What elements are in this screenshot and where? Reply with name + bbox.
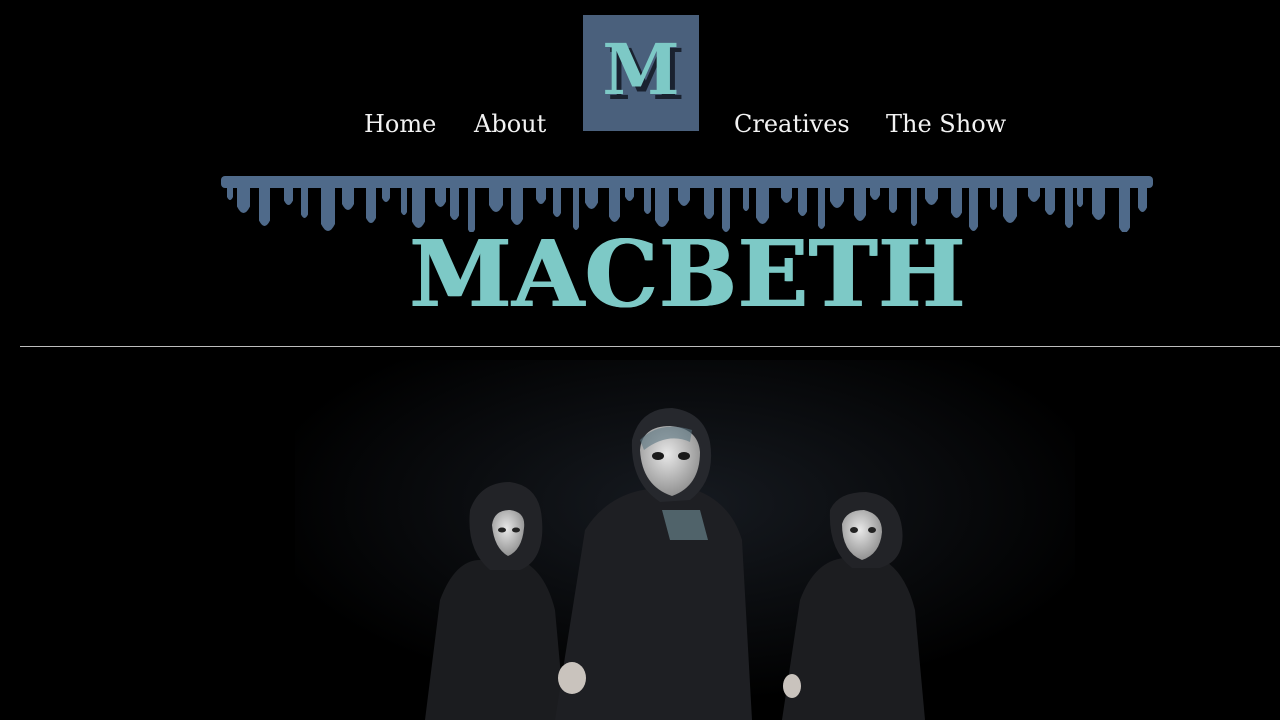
nav-creatives-link[interactable]: Creatives (734, 104, 850, 144)
drip-shape (969, 186, 978, 231)
drip-shape (450, 186, 459, 220)
drip-shape (951, 186, 962, 218)
drip-shape (1077, 186, 1083, 207)
nav-the-show-link[interactable]: The Show (886, 104, 1006, 144)
drip-shape (704, 186, 714, 219)
drip-shape (301, 186, 308, 218)
drip-shape (889, 186, 897, 213)
drip-shape (756, 186, 769, 224)
drip-shape (227, 186, 233, 200)
drip-shape (854, 186, 866, 221)
drip-shape (401, 186, 407, 215)
drip-shape (342, 186, 354, 210)
header-divider (20, 346, 1280, 347)
drip-shape (1003, 186, 1017, 223)
site-logo[interactable]: M (583, 15, 699, 131)
nav-home-link[interactable]: Home (364, 104, 436, 144)
drip-shape (435, 186, 446, 207)
drip-shape (830, 186, 844, 208)
nav-about-link[interactable]: About (474, 104, 546, 144)
drip-shape (536, 186, 546, 204)
drip-shape (1119, 186, 1130, 232)
drip-shape (743, 186, 749, 211)
drip-shape (798, 186, 807, 216)
drip-shape (990, 186, 997, 210)
drip-shape (870, 186, 880, 200)
drip-shape (609, 186, 620, 222)
drip-shape (237, 186, 250, 213)
drip-shape (678, 186, 690, 206)
drip-shape (321, 186, 335, 231)
drip-shape (1138, 186, 1147, 212)
drip-shape (1092, 186, 1105, 220)
drip-shape (585, 186, 598, 209)
drip-shape (1028, 186, 1040, 202)
drip-shape (781, 186, 792, 203)
drip-shape (489, 186, 503, 212)
drip-shape (1045, 186, 1055, 215)
drip-shape (259, 186, 270, 226)
drip-shape (553, 186, 561, 217)
drip-shape (366, 186, 376, 223)
drip-shape (1065, 186, 1073, 228)
drip-shape (284, 186, 293, 205)
hero-image (295, 360, 1075, 720)
drip-shape (625, 186, 634, 201)
drip-shape (925, 186, 938, 205)
show-title: MACBETH (409, 220, 967, 328)
drip-shape (644, 186, 651, 214)
logo-letter: M (602, 28, 680, 111)
drip-shape (382, 186, 390, 202)
